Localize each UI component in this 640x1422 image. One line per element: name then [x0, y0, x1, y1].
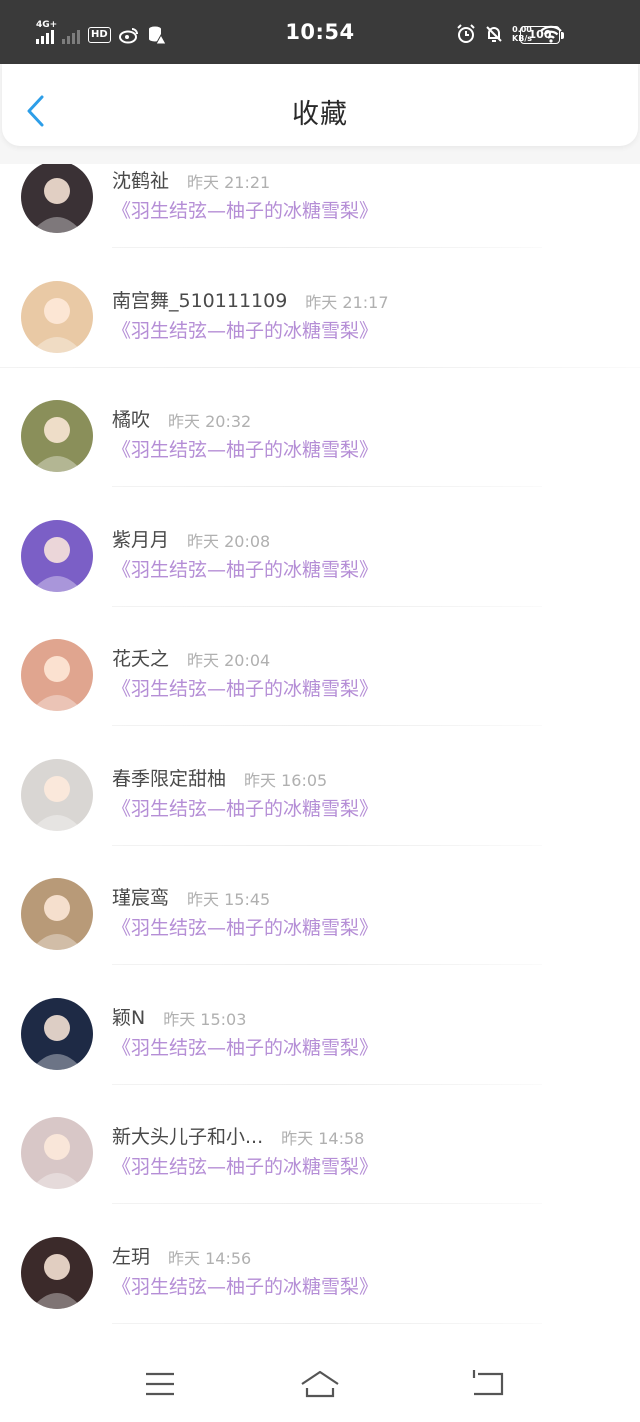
favorite-time: 昨天 14:58 — [281, 1129, 365, 1148]
back-icon[interactable] — [468, 1364, 508, 1404]
book-title-link[interactable]: 《羽生结弦—柚子的冰糖雪梨》 — [112, 794, 378, 821]
favorite-row[interactable]: 新大头儿子和小... 昨天 14:58 《羽生结弦—柚子的冰糖雪梨》 — [0, 1084, 640, 1204]
user-name[interactable]: 沈鹤祉 — [112, 166, 169, 193]
favorite-row[interactable]: 橘吹 昨天 20:32 《羽生结弦—柚子的冰糖雪梨》 — [0, 367, 640, 487]
book-title-link[interactable]: 《羽生结弦—柚子的冰糖雪梨》 — [112, 196, 378, 223]
avatar-image — [21, 400, 93, 472]
avatar-image — [21, 878, 93, 950]
avatar-image — [21, 997, 93, 1070]
favorite-time: 昨天 15:03 — [163, 1009, 247, 1029]
favorite-time: 昨天 20:04 — [187, 651, 271, 670]
avatar[interactable] — [21, 878, 93, 950]
page-title: 收藏 — [292, 99, 348, 130]
navigation-bar — [0, 1342, 640, 1422]
favorite-row[interactable]: 春季限定甜柚 昨天 16:05 《羽生结弦—柚子的冰糖雪梨》 — [0, 726, 640, 846]
app-header: 收藏 — [2, 64, 638, 146]
avatar-image — [21, 1117, 93, 1189]
book-title-link[interactable]: 《羽生结弦—柚子的冰糖雪梨》 — [112, 555, 378, 582]
book-title-link[interactable]: 《羽生结弦—柚子的冰糖雪梨》 — [112, 1152, 378, 1179]
favorite-row[interactable]: 颖N 昨天 15:03 《羽生结弦—柚子的冰糖雪梨》 — [0, 965, 640, 1085]
user-name[interactable]: 左玥 — [112, 1242, 150, 1269]
favorite-time: 昨天 15:45 — [187, 890, 271, 909]
favorite-time: 昨天 21:17 — [305, 292, 389, 312]
avatar[interactable] — [21, 280, 93, 353]
avatar-image — [21, 519, 93, 592]
alarm-icon — [457, 24, 475, 43]
book-title-link[interactable]: 《羽生结弦—柚子的冰糖雪梨》 — [112, 316, 378, 343]
avatar-image — [21, 758, 93, 831]
favorites-list[interactable]: 沈鹤祉 昨天 21:21 《羽生结弦—柚子的冰糖雪梨》 南宫舞_510111109 昨天… — [0, 164, 640, 1342]
avatar[interactable] — [21, 400, 93, 472]
favorite-time: 昨天 21:21 — [187, 173, 271, 192]
avatar[interactable] — [21, 164, 93, 233]
favorite-time: 昨天 20:08 — [187, 531, 271, 551]
mute-bell-icon — [486, 26, 502, 42]
row-divider — [112, 1322, 542, 1324]
home-icon[interactable] — [300, 1364, 340, 1404]
avatar-image — [21, 1236, 93, 1309]
user-name[interactable]: 春季限定甜柚 — [112, 764, 226, 791]
avatar[interactable] — [21, 1117, 93, 1189]
user-name[interactable]: 花夭之 — [112, 644, 169, 671]
avatar[interactable] — [21, 1236, 93, 1309]
favorite-time: 昨天 16:05 — [244, 770, 328, 790]
battery-icon: 100 — [520, 26, 564, 44]
user-name[interactable]: 新大头儿子和小... — [112, 1122, 263, 1149]
book-title-link[interactable]: 《羽生结弦—柚子的冰糖雪梨》 — [112, 435, 378, 462]
user-name[interactable]: 颖N — [112, 1003, 145, 1030]
book-title-link[interactable]: 《羽生结弦—柚子的冰糖雪梨》 — [112, 674, 378, 701]
book-title-link[interactable]: 《羽生结弦—柚子的冰糖雪梨》 — [112, 1272, 378, 1299]
favorite-row[interactable]: 南宫舞_510111109 昨天 21:17 《羽生结弦—柚子的冰糖雪梨》 — [0, 248, 640, 368]
book-title-link[interactable]: 《羽生结弦—柚子的冰糖雪梨》 — [112, 913, 378, 940]
status-bar: 4G+ HD 10:54 0.00 KB/s 100 — [0, 0, 640, 64]
user-name[interactable]: 南宫舞_510111109 — [112, 286, 287, 313]
user-name[interactable]: 瑾宸鸾 — [112, 883, 169, 910]
avatar-image — [21, 164, 93, 233]
avatar-image — [21, 639, 93, 711]
avatar[interactable] — [21, 758, 93, 831]
avatar[interactable] — [21, 639, 93, 711]
favorite-row[interactable]: 沈鹤祉 昨天 21:21 《羽生结弦—柚子的冰糖雪梨》 — [0, 164, 640, 248]
favorite-row[interactable]: 花夭之 昨天 20:04 《羽生结弦—柚子的冰糖雪梨》 — [0, 606, 640, 726]
book-title-link[interactable]: 《羽生结弦—柚子的冰糖雪梨》 — [112, 1033, 378, 1060]
user-name[interactable]: 橘吹 — [112, 405, 150, 432]
user-name[interactable]: 紫月月 — [112, 525, 169, 552]
avatar[interactable] — [21, 997, 93, 1070]
favorite-row[interactable]: 左玥 昨天 14:56 《羽生结弦—柚子的冰糖雪梨》 — [0, 1204, 640, 1324]
favorite-time: 昨天 20:32 — [168, 412, 252, 431]
avatar-image — [21, 280, 93, 353]
favorite-time: 昨天 14:56 — [168, 1248, 252, 1268]
favorite-row[interactable]: 紫月月 昨天 20:08 《羽生结弦—柚子的冰糖雪梨》 — [0, 487, 640, 607]
avatar[interactable] — [21, 519, 93, 592]
menu-icon[interactable] — [140, 1364, 180, 1404]
favorite-row[interactable]: 瑾宸鸾 昨天 15:45 《羽生结弦—柚子的冰糖雪梨》 — [0, 845, 640, 965]
